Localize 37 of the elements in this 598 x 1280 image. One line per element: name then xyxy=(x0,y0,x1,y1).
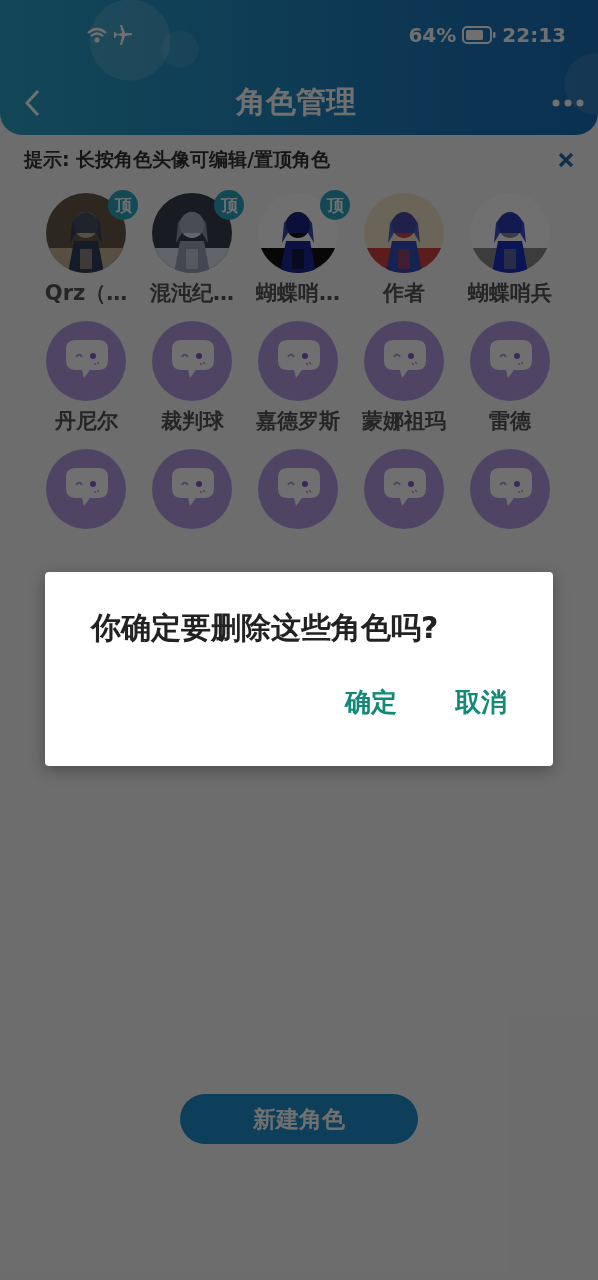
dialog-button[interactable]: 确定 xyxy=(331,679,411,726)
character-name: 雷德 xyxy=(489,408,531,435)
pinned-badge: 顶 xyxy=(320,190,350,220)
close-icon[interactable] xyxy=(558,152,574,168)
airplane-icon xyxy=(112,25,134,45)
character-name: 作者 xyxy=(383,280,425,307)
default-avatar-icon[interactable] xyxy=(152,449,232,529)
default-avatar-icon[interactable] xyxy=(258,449,338,529)
character-name: 混沌纪… xyxy=(150,280,234,307)
character-name: 蒙娜祖玛 xyxy=(362,408,446,435)
pinned-badge: 顶 xyxy=(214,190,244,220)
default-avatar-icon[interactable] xyxy=(46,449,126,529)
default-avatar-icon[interactable] xyxy=(470,321,550,401)
tip-text: 提示: 长按角色头像可编辑/置顶角色 xyxy=(24,147,331,172)
default-avatar-icon[interactable] xyxy=(46,321,126,401)
default-avatar-icon[interactable] xyxy=(470,449,550,529)
character-name: 丹尼尔 xyxy=(54,408,118,435)
more-button[interactable] xyxy=(552,98,584,107)
default-avatar-icon[interactable] xyxy=(258,321,338,401)
page-title: 角色管理 xyxy=(236,83,356,121)
character-name: Qrz（… xyxy=(44,280,128,307)
character-name: 蝴蝶哨… xyxy=(256,280,340,307)
new-character-button[interactable]: 新建角色 xyxy=(180,1094,418,1144)
character-name: 嘉德罗斯 xyxy=(256,408,340,435)
pinned-badge: 顶 xyxy=(108,190,138,220)
clock: 22:13 xyxy=(502,23,566,47)
dialog-button[interactable]: 取消 xyxy=(441,679,521,726)
back-button[interactable] xyxy=(24,88,40,117)
default-avatar-icon[interactable] xyxy=(364,449,444,529)
character-name: 蝴蝶哨兵 xyxy=(468,280,552,307)
battery-percent: 64% xyxy=(408,23,457,47)
character-name: 裁判球 xyxy=(160,408,224,435)
dialog-message: 你确定要删除这些角色吗? xyxy=(91,609,440,647)
wifi-icon xyxy=(86,26,108,44)
default-avatar-icon[interactable] xyxy=(364,321,444,401)
battery-icon xyxy=(462,26,497,44)
default-avatar-icon[interactable] xyxy=(152,321,232,401)
